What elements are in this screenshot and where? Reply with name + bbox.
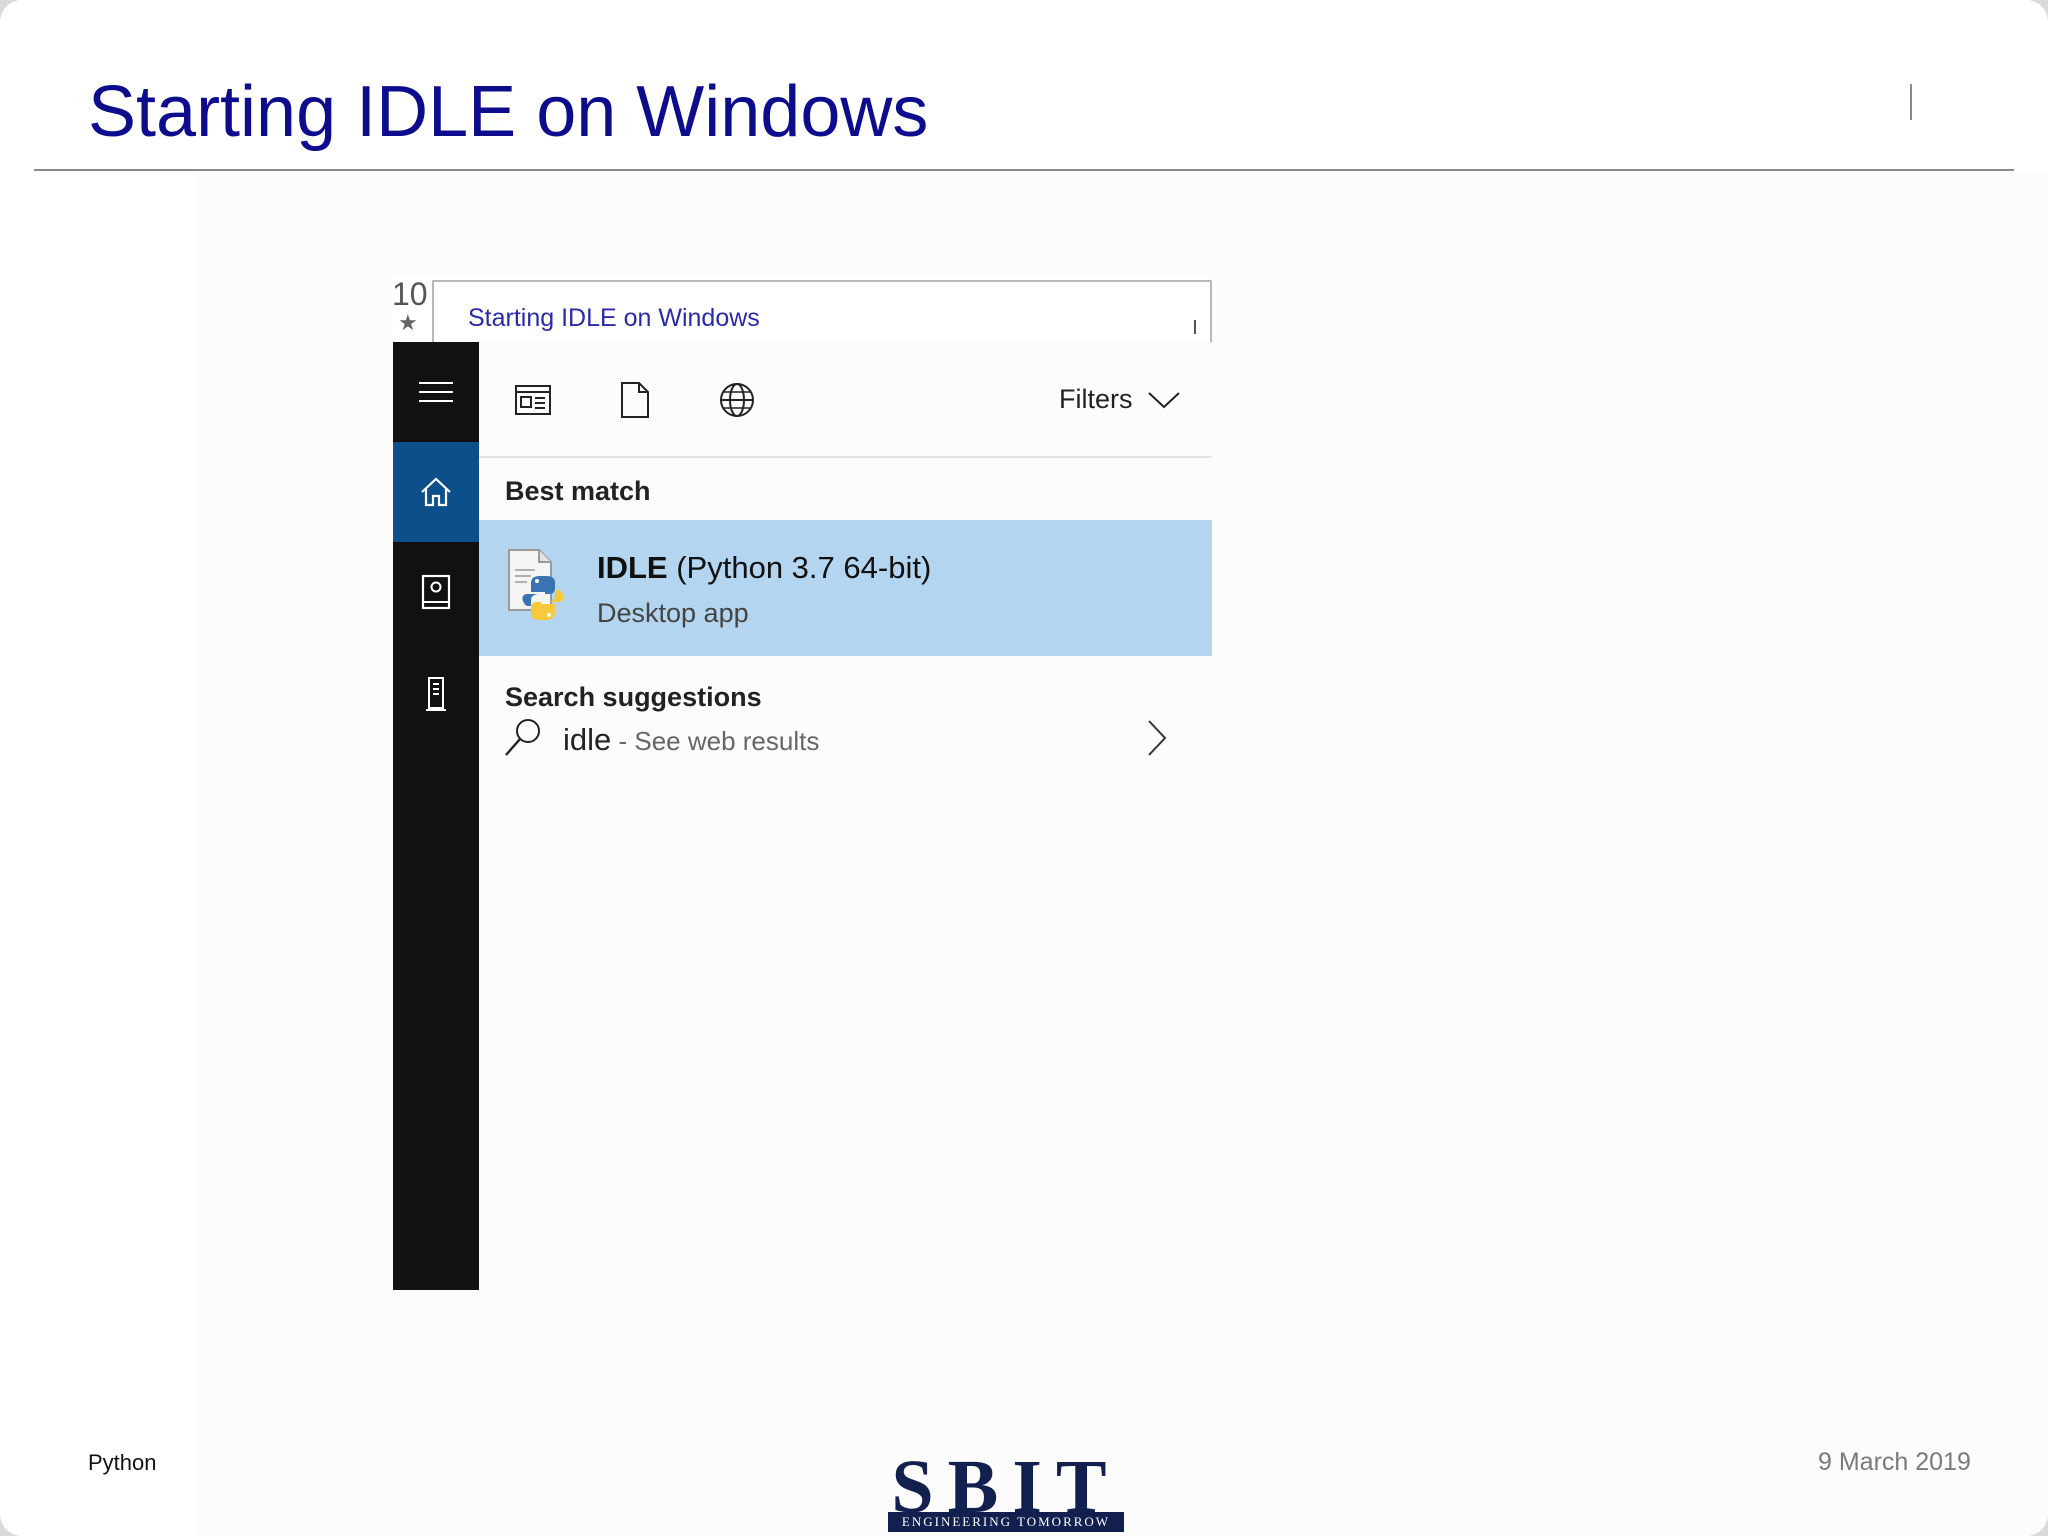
logo-tagline: ENGINEERING TOMORROW <box>888 1512 1124 1532</box>
globe-icon <box>720 383 754 417</box>
suggestion-text: idle - See web results <box>563 722 819 758</box>
windows-search-screenshot: 10 ★ Starting IDLE on Windows Filters Be… <box>392 276 1212 1290</box>
app-name: IDLE (Python 3.7 64-bit) <box>597 550 931 586</box>
app-kind: Desktop app <box>597 598 749 628</box>
sidebar-item-home[interactable] <box>393 442 479 542</box>
best-match-result[interactable]: IDLE (Python 3.7 64-bit) Desktop app <box>479 520 1212 656</box>
apps-filter-button[interactable] <box>513 380 553 420</box>
web-suggestion-row[interactable]: idle - See web results <box>479 708 1212 778</box>
filters-dropdown[interactable]: Filters <box>1059 384 1181 415</box>
slide-number-fragment: 10 <box>392 276 428 312</box>
web-filter-button[interactable] <box>717 380 757 420</box>
thumbnail-tick <box>1194 320 1196 334</box>
search-panel: Filters Best match IDLE (Python 3.7 64-b… <box>479 342 1212 1290</box>
slide-title: Starting IDLE on Windows <box>88 72 929 152</box>
sbit-logo: SBIT ENGINEERING TOMORROW <box>886 1445 1126 1534</box>
best-match-header: Best match <box>505 476 651 506</box>
sidebar-item-notebook[interactable] <box>393 542 479 642</box>
home-icon <box>421 477 451 507</box>
title-divider-tick <box>1910 84 1912 120</box>
start-sidebar <box>393 342 479 1290</box>
search-filter-toolbar: Filters <box>479 342 1212 458</box>
chevron-down-icon <box>1147 391 1180 408</box>
tower-icon <box>426 677 446 711</box>
slide: Starting IDLE on Windows 10 ★ Starting I… <box>0 0 2048 1536</box>
slide-thumbnail: Starting IDLE on Windows <box>432 280 1212 343</box>
footer-course-name: Python <box>88 1450 157 1475</box>
thumbnail-title: Starting IDLE on Windows <box>468 304 760 332</box>
notebook-icon <box>421 574 451 610</box>
chevron-right-icon <box>1148 720 1167 756</box>
search-icon <box>505 719 540 756</box>
screenshot-top-strip: 10 ★ Starting IDLE on Windows <box>392 276 1212 343</box>
hamburger-icon <box>419 382 453 402</box>
hamburger-menu-button[interactable] <box>393 342 479 442</box>
filters-label: Filters <box>1059 384 1133 414</box>
sidebar-item-devices[interactable] <box>393 644 479 744</box>
suggestion-query: idle <box>563 722 612 757</box>
documents-filter-button[interactable] <box>615 380 655 420</box>
star-icon: ★ <box>398 310 418 335</box>
title-underline <box>34 169 2014 171</box>
app-name-bold: IDLE <box>597 550 668 585</box>
python-idle-icon <box>508 549 564 620</box>
footer-date: 9 March 2019 <box>1818 1448 1971 1476</box>
document-icon <box>621 382 649 418</box>
apps-icon <box>515 385 551 415</box>
suggestion-hint: - See web results <box>611 726 820 756</box>
app-name-rest: (Python 3.7 64-bit) <box>667 550 932 585</box>
